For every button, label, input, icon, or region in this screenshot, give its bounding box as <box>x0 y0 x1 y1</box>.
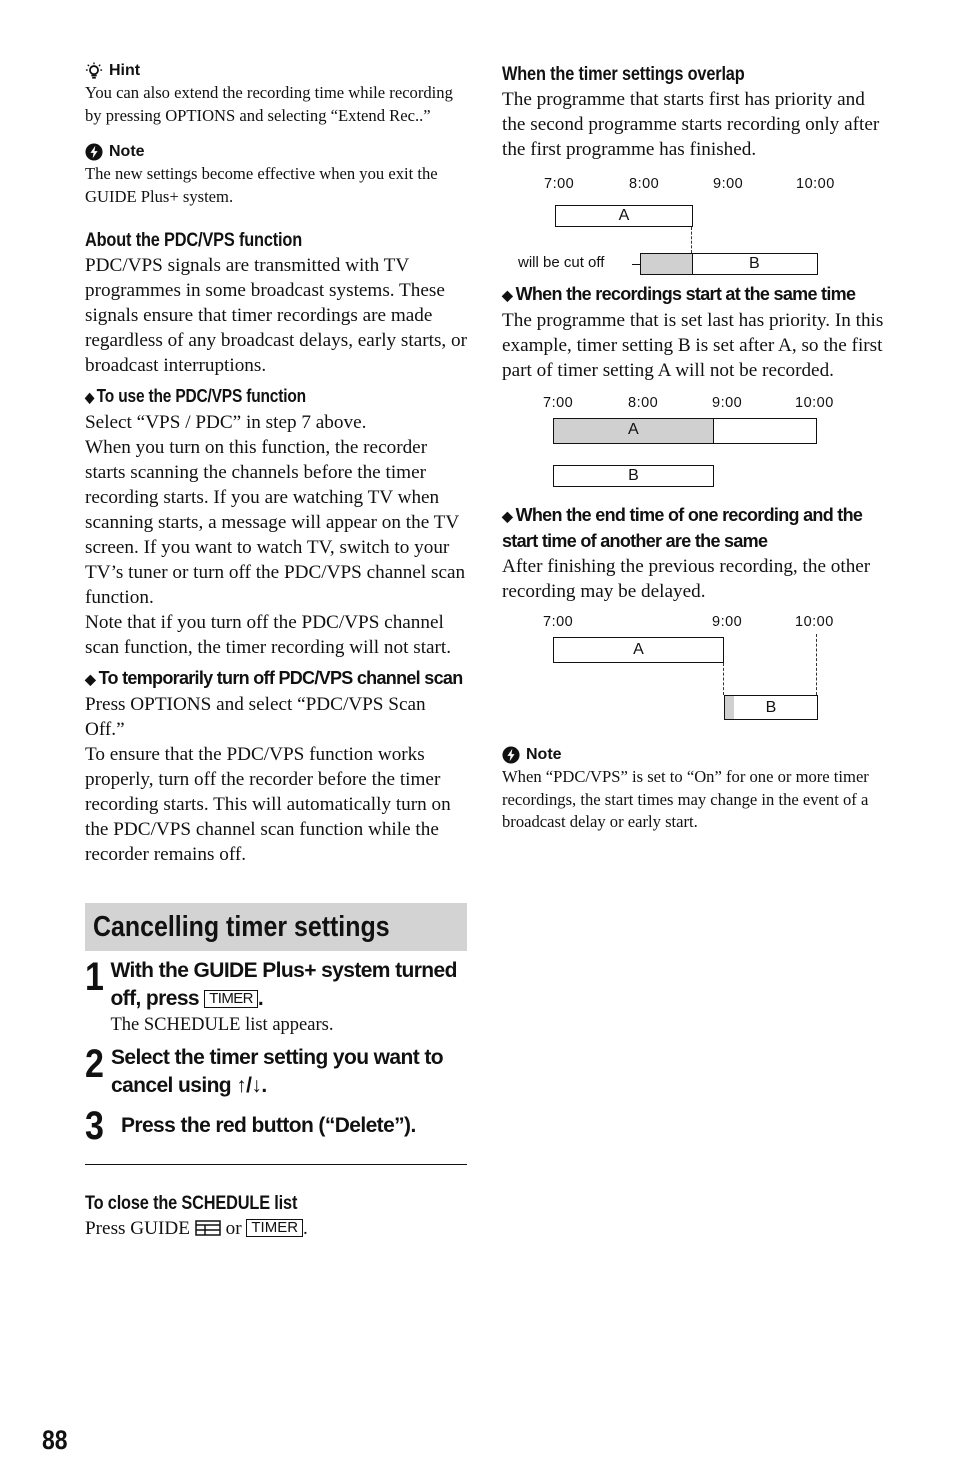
note-title: Note <box>109 143 145 161</box>
note-icon <box>85 143 103 161</box>
cut-off-region <box>641 254 693 274</box>
step-text: With the GUIDE Plus+ system turned off, … <box>110 959 457 1011</box>
tick-label: 8:00 <box>628 395 659 411</box>
dashed-guide-line <box>816 634 817 695</box>
section-title: Cancelling timer settings <box>93 910 390 943</box>
tick-label: 8:00 <box>629 176 660 192</box>
step-1: 1 With the GUIDE Plus+ system turned off… <box>85 957 467 1038</box>
hint-title: Hint <box>109 62 141 79</box>
left-column: Hint You can also extend the recording t… <box>85 62 467 1241</box>
step-result: The SCHEDULE list appears. <box>110 1015 334 1036</box>
use-pdc-p3: Note that if you turn off the PDC/VPS ch… <box>85 612 452 659</box>
overlap-text: The programme that starts first has prio… <box>502 89 880 160</box>
step-text: Press the red button (“Delete”). <box>121 1114 416 1138</box>
note-text: When “PDC/VPS” is set to “On” for one or… <box>502 767 869 832</box>
timer-bar-b: B <box>640 253 818 275</box>
end-start-diagram: 7:00 9:00 10:00 A B <box>502 614 884 724</box>
overlap-section: When the timer settings overlap The prog… <box>502 62 884 162</box>
temp-off-heading: ◆ To temporarily turn off PDC/VPS channel… <box>85 668 463 689</box>
right-column: When the timer settings overlap The prog… <box>502 62 884 834</box>
about-pdc-text: PDC/VPS signals are transmitted with TV … <box>85 255 468 377</box>
diamond-bullet-icon: ◆ <box>85 389 95 406</box>
timer-bar-b: B <box>724 695 818 720</box>
same-start-text: The programme that is set last has prior… <box>502 310 884 381</box>
end-start-heading: ◆ When the end time of one recording and … <box>502 505 863 551</box>
temp-off-p1: Press OPTIONS and select “PDC/VPS Scan O… <box>85 694 426 741</box>
diamond-bullet-icon: ◆ <box>502 508 513 524</box>
up-down-arrows-icon: ↑/↓ <box>236 1074 262 1098</box>
guide-icon <box>195 1220 221 1237</box>
diamond-bullet-icon: ◆ <box>85 671 96 688</box>
overlap-diagram: 7:00 8:00 9:00 10:00 A will be cut off B <box>502 176 884 276</box>
hint-heading: Hint <box>85 62 467 80</box>
end-start-section: ◆ When the end time of one recording and … <box>502 503 884 604</box>
note-title: Note <box>526 746 562 763</box>
about-pdc-section: About the PDC/VPS function PDC/VPS signa… <box>85 228 467 378</box>
close-schedule-heading: To close the SCHEDULE list <box>85 1193 298 1215</box>
cancelling-section-header: Cancelling timer settings <box>85 903 467 952</box>
page-number: 88 <box>42 1425 68 1455</box>
step-number: 1 <box>85 955 104 1000</box>
diamond-bullet-icon: ◆ <box>502 287 513 303</box>
about-pdc-heading: About the PDC/VPS function <box>85 230 303 252</box>
end-start-text: After finishing the previous recording, … <box>502 556 871 602</box>
timer-key: TIMER <box>204 990 258 1009</box>
note-icon <box>502 746 520 764</box>
temp-off-p2: To ensure that the PDC/VPS function work… <box>85 744 451 866</box>
cut-off-label: will be cut off <box>518 254 605 271</box>
tick-label: 7:00 <box>543 395 574 411</box>
timer-key: TIMER <box>246 1219 304 1238</box>
close-schedule-text: Press GUIDE or TIMER. <box>85 1218 308 1240</box>
note-block: Note The new settings become effective w… <box>85 143 467 208</box>
note-heading: Note <box>502 746 884 764</box>
same-start-heading: ◆ When the recordings start at the same t… <box>502 284 856 304</box>
overlap-heading: When the timer settings overlap <box>502 64 745 85</box>
delay-region <box>725 696 734 719</box>
use-pdc-heading: ◆ To use the PDC/VPS function <box>85 386 306 407</box>
use-pdc-p1: Select “VPS / PDC” in step 7 above. <box>85 412 367 434</box>
step-text: Select the timer setting you want to can… <box>111 1046 444 1098</box>
same-start-diagram: 7:00 8:00 9:00 10:00 A B <box>502 395 884 495</box>
hint-text: You can also extend the recording time w… <box>85 83 453 125</box>
timer-bar-a: A <box>555 205 693 227</box>
divider <box>85 1164 467 1166</box>
timer-bar-a: A <box>553 418 817 444</box>
tick-label: 9:00 <box>712 395 743 411</box>
dashed-guide-line <box>723 663 724 695</box>
step-3: 3 Press the red button (“Delete”). <box>85 1106 467 1146</box>
timer-bar-a: A <box>553 637 724 663</box>
tick-label: 7:00 <box>544 176 575 192</box>
note-heading: Note <box>85 143 467 161</box>
tick-label: 7:00 <box>543 614 574 630</box>
tick-label: 10:00 <box>796 176 835 192</box>
close-schedule-section: To close the SCHEDULE list Press GUIDE o… <box>85 1191 467 1241</box>
tick-label: 10:00 <box>795 395 834 411</box>
temp-off-section: ◆ To temporarily turn off PDC/VPS channel… <box>85 666 467 867</box>
same-start-section: ◆ When the recordings start at the same t… <box>502 282 884 383</box>
tick-label: 10:00 <box>795 614 834 630</box>
tick-label: 9:00 <box>713 176 744 192</box>
note-block-2: Note When “PDC/VPS” is set to “On” for o… <box>502 746 884 834</box>
timer-bar-b: B <box>553 465 714 487</box>
hint-block: Hint You can also extend the recording t… <box>85 62 467 127</box>
lightbulb-icon <box>85 62 103 79</box>
use-pdc-p2: When you turn on this function, the reco… <box>85 437 466 609</box>
dashed-guide-line <box>691 227 692 253</box>
use-pdc-section: ◆ To use the PDC/VPS function Select “VPS… <box>85 384 467 660</box>
note-text: The new settings become effective when y… <box>85 164 438 206</box>
tick-label: 9:00 <box>712 614 743 630</box>
steps-list: 1 With the GUIDE Plus+ system turned off… <box>85 957 467 1146</box>
step-number: 2 <box>85 1042 104 1087</box>
step-2: 2 Select the timer setting you want to c… <box>85 1044 467 1100</box>
step-number: 3 <box>85 1104 104 1149</box>
